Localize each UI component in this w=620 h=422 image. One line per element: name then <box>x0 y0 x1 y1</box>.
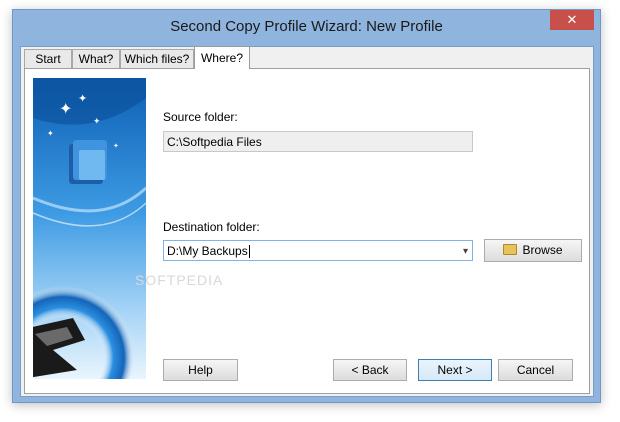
text-caret <box>248 245 250 259</box>
window-title: Second Copy Profile Wizard: New Profile <box>170 18 443 35</box>
svg-text:✦: ✦ <box>47 129 54 138</box>
next-button[interactable]: Next > <box>418 359 492 381</box>
help-button[interactable]: Help <box>163 359 238 381</box>
browse-button[interactable]: Browse <box>484 239 582 262</box>
tab-start[interactable]: Start <box>24 49 72 68</box>
svg-text:✦: ✦ <box>59 99 72 118</box>
second-copy-logo-art: ✦ ✦ ✦ ✦ ✦ <box>33 78 146 379</box>
close-icon: ✕ <box>566 12 578 27</box>
wizard-window: Second Copy Profile Wizard: New Profile … <box>12 9 601 403</box>
title-bar[interactable]: Second Copy Profile Wizard: New Profile … <box>13 10 600 48</box>
open-folder-icon <box>503 244 518 255</box>
wizard-client: Start What? Which files? Where? ✦ ✦ ✦ ✦ … <box>20 46 594 397</box>
where-page: ✦ ✦ ✦ ✦ ✦ SOFTPEDIA Source folder: C:\So… <box>24 68 590 394</box>
close-button[interactable]: ✕ <box>550 10 594 30</box>
tab-which-files[interactable]: Which files? <box>120 49 194 68</box>
tab-where[interactable]: Where? <box>194 46 250 69</box>
tab-what[interactable]: What? <box>72 49 120 68</box>
svg-text:✦: ✦ <box>78 92 87 105</box>
softpedia-watermark: SOFTPEDIA <box>135 272 224 288</box>
svg-text:✦: ✦ <box>93 117 101 127</box>
source-folder-field: C:\Softpedia Files <box>163 131 473 152</box>
destination-folder-combo[interactable]: D:\My Backups ▾ <box>163 240 473 261</box>
wizard-side-image: ✦ ✦ ✦ ✦ ✦ <box>33 78 146 379</box>
dropdown-arrow-icon[interactable]: ▾ <box>463 241 468 262</box>
browse-button-label: Browse <box>522 243 563 257</box>
source-folder-label: Source folder: <box>163 110 238 124</box>
destination-folder-label: Destination folder: <box>163 220 260 234</box>
svg-text:✦: ✦ <box>113 142 119 150</box>
cancel-button[interactable]: Cancel <box>498 359 573 381</box>
back-button[interactable]: < Back <box>333 359 407 381</box>
destination-folder-value: D:\My Backups <box>167 244 248 258</box>
